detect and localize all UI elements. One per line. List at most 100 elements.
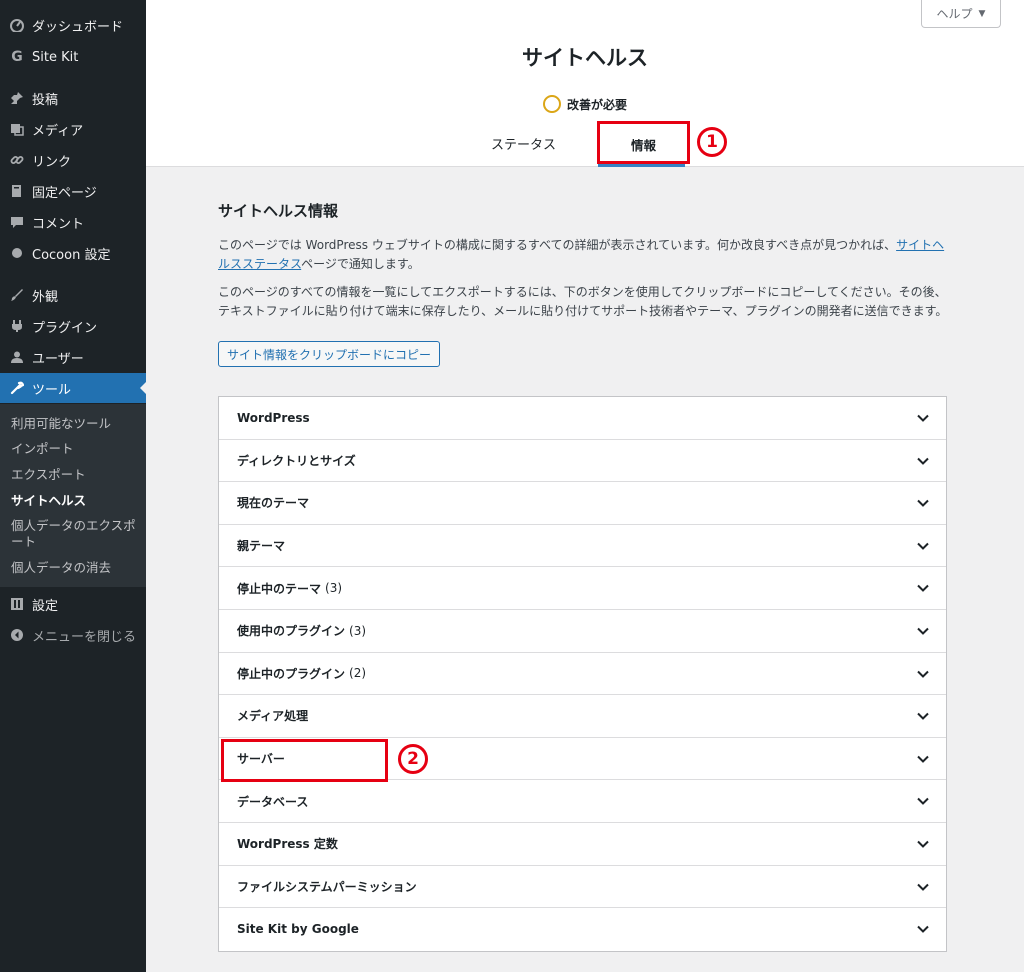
- annotation-number-2: 2: [398, 744, 428, 774]
- sidebar-item-links[interactable]: リンク: [0, 145, 146, 175]
- sidebar-item-plugins[interactable]: プラグイン: [0, 311, 146, 341]
- submenu-item-export-personal-data[interactable]: 個人データのエクスポート: [11, 518, 141, 550]
- page-title: サイトヘルス: [522, 46, 648, 70]
- tab-status[interactable]: ステータス: [491, 134, 556, 153]
- intro-text-end: ページで通知します。: [301, 257, 420, 271]
- accordion-row[interactable]: WordPress 定数: [219, 823, 946, 866]
- accordion-row[interactable]: 使用中のプラグイン (3): [219, 610, 946, 653]
- chevron-down-icon: [917, 883, 929, 891]
- sidebar-item-comments[interactable]: コメント: [0, 207, 146, 237]
- accordion-row[interactable]: データベース: [219, 780, 946, 823]
- sidebar-item-cocoon[interactable]: Cocoon 設定: [0, 238, 146, 268]
- accordion-row-label: Site Kit by Google: [237, 922, 359, 937]
- google-g-icon: G: [11, 49, 23, 65]
- sidebar-item-media[interactable]: メディア: [0, 114, 146, 144]
- chevron-down-icon: [917, 457, 929, 465]
- tools-submenu: 利用可能なツール インポート エクスポート サイトヘルス 個人データのエクスポー…: [0, 404, 146, 587]
- dashboard-icon: [9, 17, 25, 33]
- intro-text: このページでは WordPress ウェブサイトの構成に関するすべての詳細が表示…: [218, 238, 897, 252]
- site-health-header: ヘルプ ▼ サイトヘルス 改善が必要 ステータス 情報 1: [146, 0, 1024, 167]
- intro-paragraph: このページでは WordPress ウェブサイトの構成に関するすべての詳細が表示…: [218, 236, 948, 274]
- accordion-row-label: WordPress: [237, 410, 310, 425]
- settings-icon: [9, 596, 25, 612]
- sidebar-item-label: メニューを閉じる: [32, 629, 137, 645]
- current-menu-arrow: [140, 382, 146, 394]
- sidebar-item-label: プラグイン: [32, 320, 98, 336]
- accordion-row-count: (3): [349, 623, 367, 638]
- sidebar-item-site-kit[interactable]: G Site Kit: [0, 42, 146, 72]
- pin-icon: [9, 90, 25, 106]
- help-label: ヘルプ: [936, 7, 973, 21]
- chevron-down-icon: [917, 414, 929, 422]
- plugin-icon: [9, 318, 25, 334]
- status-label: 改善が必要: [566, 97, 627, 112]
- comment-icon: [9, 214, 25, 230]
- link-icon: [9, 152, 25, 168]
- accordion-row-label: WordPress 定数: [237, 837, 338, 852]
- sidebar-item-appearance[interactable]: 外観: [0, 280, 146, 310]
- page-icon: [9, 183, 25, 199]
- sidebar-item-label: リンク: [32, 154, 72, 170]
- sidebar-item-label: ダッシュボード: [32, 19, 124, 35]
- accordion-row[interactable]: ファイルシステムパーミッション: [219, 866, 946, 909]
- admin-sidebar: ダッシュボード G Site Kit 投稿 メディア リンク 固定ページ コメン…: [0, 0, 146, 972]
- sidebar-item-label: 投稿: [32, 92, 59, 108]
- chevron-down-icon: [917, 585, 929, 593]
- submenu-item-erase-personal-data[interactable]: 個人データの消去: [11, 560, 141, 576]
- wrench-icon: [9, 380, 25, 396]
- info-accordion: WordPress ディレクトリとサイズ 現在のテーマ 親テーマ 停止中のテーマ (3) 使…: [218, 396, 947, 952]
- accordion-row[interactable]: 現在のテーマ: [219, 482, 946, 525]
- circle-icon: [9, 245, 25, 261]
- submenu-item-site-health[interactable]: サイトヘルス: [11, 493, 141, 509]
- sidebar-item-posts[interactable]: 投稿: [0, 83, 146, 113]
- accordion-row-label: メディア処理: [237, 709, 309, 724]
- accordion-row-label: 停止中のテーマ: [237, 581, 322, 596]
- chevron-down-icon: [917, 840, 929, 848]
- export-paragraph: このページのすべての情報を一覧にしてエクスポートするには、下のボタンを使用してク…: [218, 285, 948, 318]
- sidebar-item-label: コメント: [32, 216, 85, 232]
- accordion-row-label: 親テーマ: [237, 539, 286, 554]
- accordion-row[interactable]: Site Kit by Google: [219, 908, 946, 951]
- annotation-number-1: 1: [697, 127, 727, 157]
- chevron-down-icon: [917, 542, 929, 550]
- submenu-item-export[interactable]: エクスポート: [11, 467, 141, 483]
- submenu-item-import[interactable]: インポート: [11, 441, 141, 457]
- collapse-icon: [9, 627, 25, 643]
- sidebar-item-users[interactable]: ユーザー: [0, 342, 146, 372]
- accordion-row[interactable]: ディレクトリとサイズ: [219, 440, 946, 483]
- user-icon: [9, 349, 25, 365]
- accordion-row-label: 現在のテーマ: [237, 496, 310, 511]
- accordion-row[interactable]: WordPress: [219, 397, 946, 440]
- accordion-row[interactable]: 親テーマ: [219, 525, 946, 568]
- accordion-row[interactable]: メディア処理: [219, 695, 946, 738]
- help-button[interactable]: ヘルプ ▼: [921, 0, 1001, 28]
- accordion-row-count: (2): [349, 666, 367, 681]
- sidebar-item-pages[interactable]: 固定ページ: [0, 176, 146, 206]
- sidebar-item-label: 固定ページ: [32, 185, 97, 201]
- sidebar-item-label: Site Kit: [32, 49, 79, 65]
- copy-to-clipboard-button[interactable]: サイト情報をクリップボードにコピー: [218, 341, 440, 367]
- caret-down-icon: ▼: [978, 8, 986, 19]
- accordion-row[interactable]: 停止中のプラグイン (2): [219, 653, 946, 696]
- media-icon: [9, 121, 25, 137]
- chevron-down-icon: [917, 925, 929, 934]
- accordion-row-label: 停止中のプラグイン: [237, 666, 346, 681]
- sidebar-item-label: 外観: [32, 289, 59, 305]
- accordion-row-label: ディレクトリとサイズ: [237, 453, 356, 468]
- chevron-down-icon: [917, 755, 929, 763]
- accordion-row-label: データベース: [237, 794, 309, 809]
- sidebar-item-dashboard[interactable]: ダッシュボード: [0, 10, 146, 40]
- accordion-row[interactable]: 停止中のテーマ (3): [219, 567, 946, 610]
- submenu-item-available-tools[interactable]: 利用可能なツール: [11, 416, 141, 432]
- accordion-row-label: 使用中のプラグイン: [237, 624, 346, 639]
- sidebar-item-label: ユーザー: [32, 351, 84, 367]
- status-progress-icon: [542, 95, 561, 113]
- sidebar-item-label: ツール: [32, 382, 72, 398]
- annotation-box-1: [597, 121, 690, 164]
- collapse-menu-button[interactable]: メニューを閉じる: [0, 620, 146, 650]
- sidebar-item-label: メディア: [32, 123, 84, 139]
- sidebar-item-settings[interactable]: 設定: [0, 589, 146, 619]
- chevron-down-icon: [917, 627, 929, 635]
- sidebar-item-tools[interactable]: ツール: [0, 373, 146, 403]
- section-title: サイトヘルス情報: [218, 202, 339, 220]
